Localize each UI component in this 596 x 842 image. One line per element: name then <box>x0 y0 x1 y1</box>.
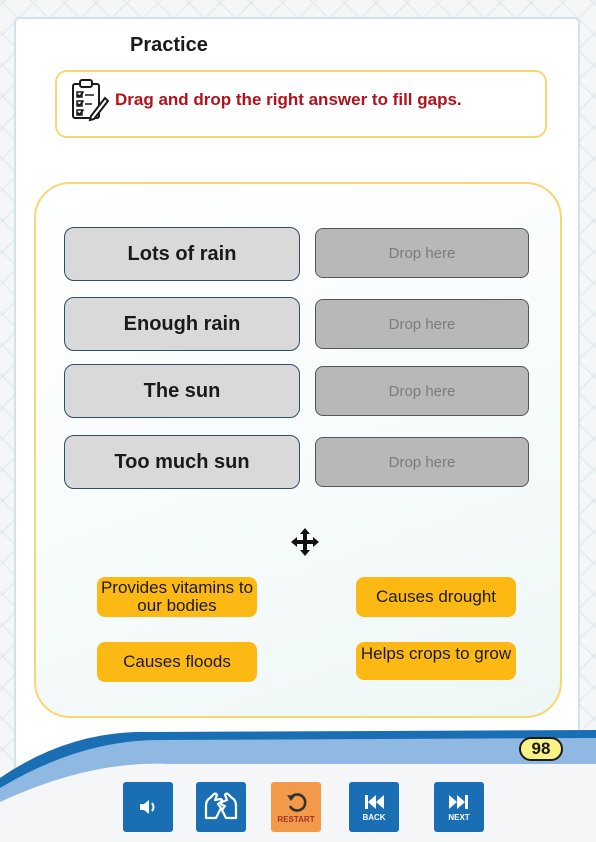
page-title: Practice <box>130 34 208 56</box>
next-label: NEXT <box>448 812 470 822</box>
next-icon <box>449 794 468 809</box>
answer-provides-vitamins[interactable]: Provides vitamins to our bodies <box>97 577 257 617</box>
term-too-much-sun: Too much sun <box>64 435 300 489</box>
speaker-icon <box>140 800 155 814</box>
answer-causes-floods[interactable]: Causes floods <box>97 642 257 682</box>
back-icon <box>365 794 384 809</box>
back-label: BACK <box>362 812 386 822</box>
back-button[interactable]: BACK <box>349 782 399 832</box>
next-button[interactable]: NEXT <box>434 782 484 832</box>
restart-label: RESTART <box>277 814 315 824</box>
sign-language-button[interactable] <box>196 782 246 832</box>
term-lots-of-rain: Lots of rain <box>64 227 300 281</box>
instruction-text: Drag and drop the right answer to fill g… <box>115 90 462 109</box>
drop-zone-3[interactable]: Drop here <box>315 366 529 416</box>
instruction-box: Drag and drop the right answer to fill g… <box>55 70 547 138</box>
answer-helps-crops-grow[interactable]: Helps crops to grow <box>356 642 516 680</box>
sign-language-icon <box>204 792 238 820</box>
drop-zone-4[interactable]: Drop here <box>315 437 529 487</box>
term-the-sun: The sun <box>64 364 300 418</box>
term-enough-rain: Enough rain <box>64 297 300 351</box>
drop-zone-1[interactable]: Drop here <box>315 228 529 278</box>
audio-button[interactable] <box>123 782 173 832</box>
drop-zone-2[interactable]: Drop here <box>315 299 529 349</box>
move-cursor-icon <box>291 528 319 556</box>
clipboard-checklist-icon <box>72 79 109 122</box>
restart-icon <box>287 792 307 812</box>
answer-causes-drought[interactable]: Causes drought <box>356 577 516 617</box>
restart-button[interactable]: RESTART <box>271 782 321 832</box>
page-number-badge: 98 <box>519 737 563 761</box>
